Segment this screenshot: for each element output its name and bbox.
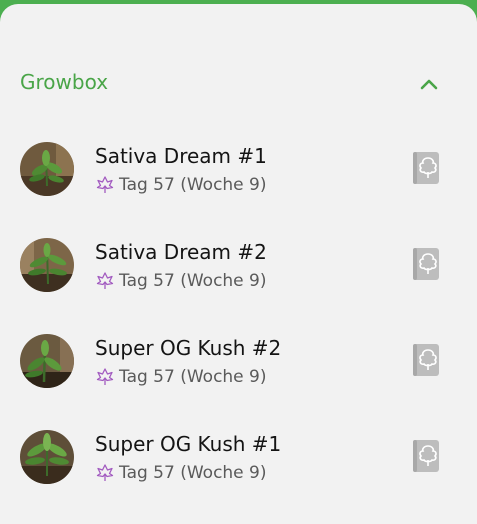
plant-name: Super OG Kush #2 <box>95 336 282 360</box>
cannabis-leaf-icon <box>95 271 115 291</box>
plant-diary-icon <box>413 344 439 376</box>
plant-diary-icon <box>413 248 439 280</box>
plant-avatar <box>20 430 74 484</box>
plant-diary-button[interactable] <box>411 438 441 474</box>
plant-name: Sativa Dream #1 <box>95 144 267 168</box>
plant-row[interactable]: Super OG Kush #2 Tag 57 (Woche 9) <box>0 314 477 410</box>
section-header[interactable]: Growbox <box>20 66 457 102</box>
plant-age: Tag 57 (Woche 9) <box>119 271 267 291</box>
plant-meta: Tag 57 (Woche 9) <box>95 366 267 388</box>
plant-diary-icon <box>413 152 439 184</box>
plant-avatar <box>20 238 74 292</box>
plant-age: Tag 57 (Woche 9) <box>119 175 267 195</box>
plant-avatar <box>20 334 74 388</box>
plant-diary-button[interactable] <box>411 342 441 378</box>
plant-name: Sativa Dream #2 <box>95 240 267 264</box>
plant-row[interactable]: Sativa Dream #1 Tag 57 (Woche 9) <box>0 122 477 218</box>
collapse-button[interactable] <box>411 66 447 102</box>
cannabis-leaf-icon <box>95 367 115 387</box>
plant-avatar <box>20 142 74 196</box>
plant-row[interactable]: Super OG Kush #1 Tag 57 (Woche 9) <box>0 410 477 506</box>
bottom-sheet: Growbox Sativa Dream #1 Tag 57 (Woche 9)… <box>0 4 477 524</box>
cannabis-leaf-icon <box>95 175 115 195</box>
chevron-up-icon <box>420 79 438 90</box>
plant-name: Super OG Kush #1 <box>95 432 282 456</box>
plant-diary-icon <box>413 440 439 472</box>
plant-meta: Tag 57 (Woche 9) <box>95 174 267 196</box>
plant-age: Tag 57 (Woche 9) <box>119 463 267 483</box>
plant-diary-button[interactable] <box>411 246 441 282</box>
plant-diary-button[interactable] <box>411 150 441 186</box>
plant-age: Tag 57 (Woche 9) <box>119 367 267 387</box>
plant-meta: Tag 57 (Woche 9) <box>95 270 267 292</box>
plant-list: Sativa Dream #1 Tag 57 (Woche 9) Sativa … <box>0 122 477 506</box>
cannabis-leaf-icon <box>95 463 115 483</box>
plant-meta: Tag 57 (Woche 9) <box>95 462 267 484</box>
plant-row[interactable]: Sativa Dream #2 Tag 57 (Woche 9) <box>0 218 477 314</box>
section-title: Growbox <box>20 70 109 94</box>
